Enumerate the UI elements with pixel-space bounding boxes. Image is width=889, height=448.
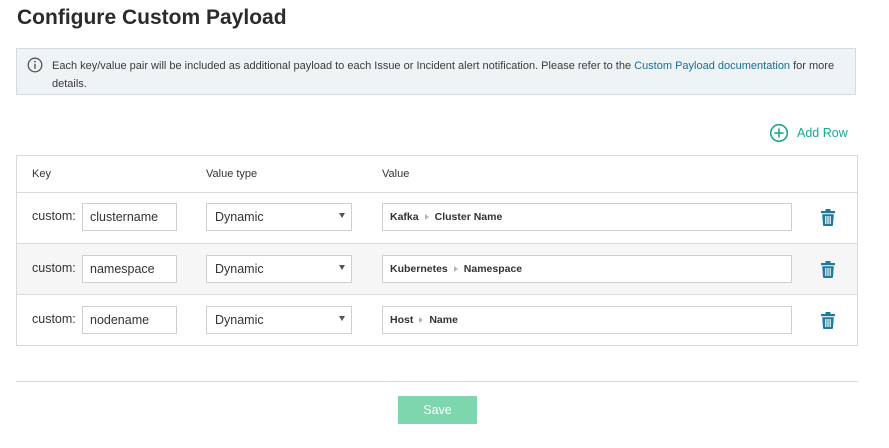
key-input[interactable] (82, 306, 177, 334)
key-prefix: custom: (32, 209, 76, 223)
value-type-select[interactable]: Dynamic (206, 255, 352, 283)
info-text: Each key/value pair will be included as … (52, 57, 847, 93)
key-prefix: custom: (32, 261, 76, 275)
value-path-child: Cluster Name (434, 211, 503, 223)
chevron-right-icon (453, 266, 458, 272)
payload-table: Key Value type Value custom: Dynamic Kaf… (16, 155, 858, 346)
chevron-right-icon (419, 317, 424, 323)
add-row-label: Add Row (797, 126, 848, 140)
value-type-selected: Dynamic (215, 313, 264, 327)
table-header: Key Value type Value (17, 156, 857, 193)
info-circle-icon (27, 57, 43, 73)
header-value: Value (382, 168, 410, 180)
header-value-type: Value type (206, 168, 258, 180)
table-row: custom: Dynamic Kubernetes Namespace (17, 243, 857, 295)
trash-icon[interactable] (821, 312, 835, 329)
value-path-child: Name (429, 314, 458, 326)
caret-down-icon (339, 265, 345, 270)
key-prefix: custom: (32, 312, 76, 326)
value-path-parent: Kafka (390, 211, 419, 223)
trash-icon[interactable] (821, 261, 835, 278)
custom-payload-documentation-link[interactable]: Custom Payload documentation (634, 60, 790, 72)
value-path-child: Namespace (463, 263, 523, 275)
table-row: custom: Dynamic Host Name (17, 294, 857, 346)
value-path-parent: Kubernetes (390, 263, 448, 275)
plus-circle-icon (769, 123, 789, 143)
value-type-selected: Dynamic (215, 210, 264, 224)
info-text-before: Each key/value pair will be included as … (52, 60, 635, 72)
value-type-selected: Dynamic (215, 262, 264, 276)
footer-divider (16, 381, 858, 382)
value-field[interactable]: Host Name (382, 306, 792, 334)
trash-icon[interactable] (821, 209, 835, 226)
value-field[interactable]: Kubernetes Namespace (382, 255, 792, 283)
value-type-select[interactable]: Dynamic (206, 306, 352, 334)
chevron-right-icon (424, 214, 429, 220)
caret-down-icon (339, 316, 345, 321)
save-button[interactable]: Save (398, 396, 477, 424)
add-row-button[interactable]: Add Row (769, 123, 848, 143)
caret-down-icon (339, 213, 345, 218)
table-row: custom: Dynamic Kafka Cluster Name (17, 192, 857, 243)
key-input[interactable] (82, 255, 177, 283)
value-field[interactable]: Kafka Cluster Name (382, 203, 792, 231)
value-path-parent: Host (390, 314, 414, 326)
info-banner: Each key/value pair will be included as … (16, 48, 856, 95)
key-input[interactable] (82, 203, 177, 231)
page-title: Configure Custom Payload (17, 6, 287, 29)
header-key: Key (32, 168, 51, 180)
value-type-select[interactable]: Dynamic (206, 203, 352, 231)
